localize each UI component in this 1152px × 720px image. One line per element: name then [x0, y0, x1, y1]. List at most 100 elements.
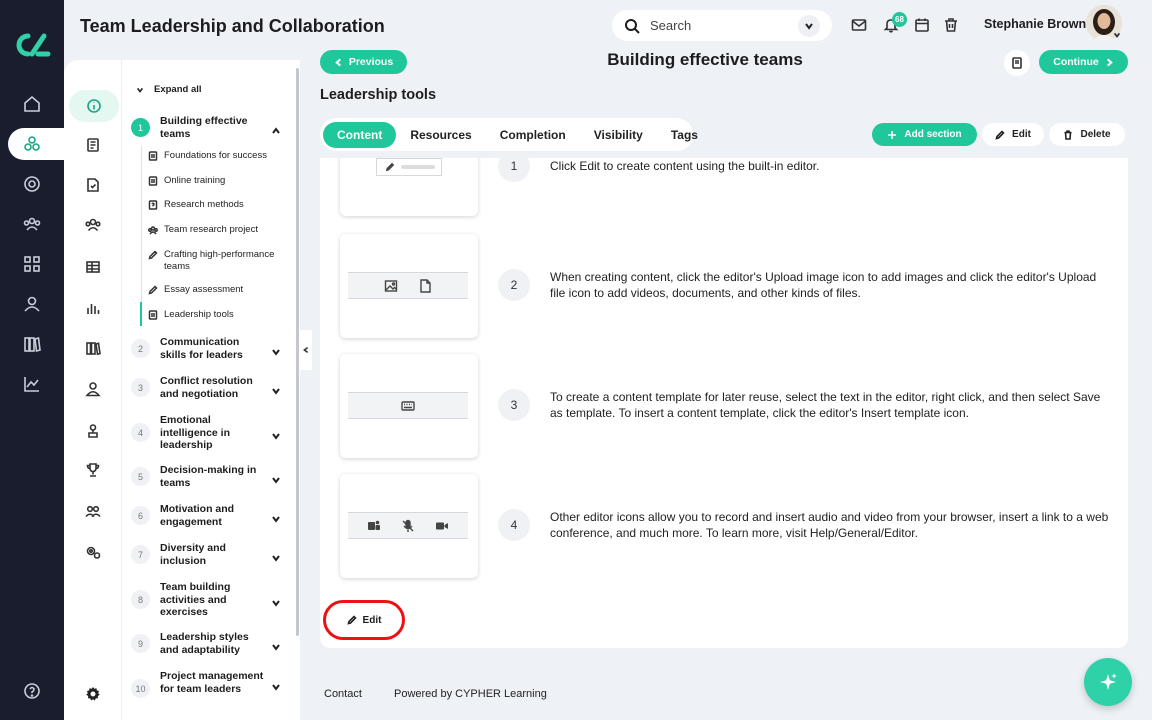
tab-tags[interactable]: Tags: [657, 122, 712, 148]
module-item[interactable]: 1 Building effective teams: [131, 115, 291, 140]
assignment-icon[interactable]: [81, 173, 105, 197]
catalog-icon[interactable]: [20, 252, 44, 276]
delete-button[interactable]: Delete: [1049, 123, 1125, 146]
home-icon[interactable]: [20, 92, 44, 116]
user-icon[interactable]: [20, 292, 44, 316]
course-tools-column: [64, 60, 122, 720]
sidebar-subitem-label: Foundations for success: [164, 150, 267, 161]
gear-icon[interactable]: [81, 682, 105, 706]
pencil-icon: [346, 615, 357, 625]
chevron-down-icon[interactable]: [271, 550, 281, 562]
library-icon[interactable]: [20, 332, 44, 356]
editor-toolbar-snippet: [376, 158, 442, 176]
app-title: Team Leadership and Collaboration: [80, 16, 385, 36]
trash-icon[interactable]: [942, 16, 960, 34]
module-item[interactable]: 6 Motivation and engagement: [131, 503, 291, 528]
groups-icon[interactable]: [20, 212, 44, 236]
person-icon[interactable]: [81, 377, 105, 401]
chevron-down-icon[interactable]: [271, 595, 281, 607]
courses-icon[interactable]: [8, 128, 66, 160]
tab-completion[interactable]: Completion: [486, 122, 580, 148]
module-item[interactable]: 3 Conflict resolution and negotiation: [131, 375, 291, 400]
module-item[interactable]: 10 Project management for team leaders: [131, 670, 291, 698]
bottom-edit-label: Edit: [362, 614, 382, 626]
sidebar-subitem-label: Crafting high-performance teams: [164, 249, 275, 272]
chevron-down-icon[interactable]: [271, 428, 281, 440]
edit-button[interactable]: Edit: [982, 123, 1044, 146]
module-item[interactable]: 5 Decision-making in teams: [131, 464, 291, 489]
step-number: 2: [498, 269, 530, 301]
step-text: When creating content, click the editor'…: [550, 270, 1097, 300]
help-icon[interactable]: [20, 679, 44, 703]
search-scope-dropdown[interactable]: [798, 14, 820, 37]
sidebar-subitem[interactable]: Research methods: [148, 199, 290, 211]
sidebar-scrollbar[interactable]: [296, 68, 299, 636]
info-icon[interactable]: [69, 90, 119, 122]
user-name[interactable]: Stephanie Brown: [984, 17, 1086, 31]
bottom-edit-button[interactable]: Edit: [323, 600, 405, 640]
search-input[interactable]: Search: [650, 18, 798, 33]
calendar-icon[interactable]: [913, 16, 931, 34]
tab-visibility[interactable]: Visibility: [580, 122, 657, 148]
chevron-down-icon[interactable]: [271, 679, 281, 691]
tab-resources[interactable]: Resources: [396, 122, 485, 148]
chevron-down-icon: [136, 87, 144, 93]
books-icon[interactable]: [81, 336, 105, 360]
sparkle-icon: [1100, 673, 1117, 690]
gradebook-icon[interactable]: [81, 133, 105, 157]
analytics-icon[interactable]: [20, 372, 44, 396]
chevron-down-icon[interactable]: [271, 639, 281, 651]
sidebar-subitem-active[interactable]: Leadership tools: [148, 309, 290, 321]
contact-link[interactable]: Contact: [324, 688, 362, 700]
step-number: 3: [498, 389, 530, 421]
trophy-icon[interactable]: [81, 458, 105, 482]
video-camera-icon: [436, 522, 448, 529]
ai-assistant-button[interactable]: [1084, 658, 1132, 706]
expand-all-toggle[interactable]: Expand all: [136, 84, 202, 95]
previous-button[interactable]: Previous: [320, 50, 407, 74]
teams-icon: [368, 520, 380, 530]
chevron-up-icon[interactable]: [271, 123, 281, 134]
editor-toolbar-snippet: [348, 392, 468, 419]
target-icon[interactable]: [20, 172, 44, 196]
sidebar-subitem-label: Team research project: [164, 224, 258, 235]
chevron-left-icon: [335, 58, 341, 66]
chevron-down-icon[interactable]: [271, 511, 281, 523]
module-item[interactable]: 4 Emotional intelligence in leadership: [131, 414, 291, 452]
tab-content[interactable]: Content: [323, 121, 397, 148]
add-section-button[interactable]: Add section: [872, 123, 977, 146]
bar-chart-icon[interactable]: [81, 296, 105, 320]
sidebar-subitem[interactable]: Foundations for success: [148, 150, 290, 162]
module-item[interactable]: 8 Team building activities and exercises: [131, 581, 291, 619]
module-number: 1: [131, 118, 150, 137]
module-title: Building effective teams: [160, 115, 248, 140]
module-title: Communication skills for leaders: [160, 336, 243, 361]
subitem-guide-line: [141, 146, 142, 324]
page-icon: [148, 151, 158, 161]
members-icon[interactable]: [81, 213, 105, 237]
award-person-icon[interactable]: [81, 419, 105, 443]
notebook-button[interactable]: [1004, 50, 1030, 76]
settings-group-icon[interactable]: [81, 540, 105, 564]
app-logo[interactable]: [12, 30, 52, 60]
sidebar-subitem[interactable]: Crafting high-performance teams: [148, 249, 290, 272]
collapse-sidebar-button[interactable]: [300, 330, 312, 370]
chevron-down-icon[interactable]: [271, 344, 281, 356]
chevron-down-icon[interactable]: [271, 383, 281, 395]
continue-button[interactable]: Continue: [1039, 50, 1128, 74]
editor-toolbar-snippet: [348, 272, 468, 299]
table-icon[interactable]: [81, 255, 105, 279]
search-box[interactable]: Search: [612, 10, 832, 41]
sidebar-subitem[interactable]: Essay assessment: [148, 284, 290, 296]
mail-icon[interactable]: [850, 16, 868, 34]
module-item[interactable]: 2 Communication skills for leaders: [131, 336, 291, 361]
sidebar-subitem[interactable]: Online training: [148, 175, 290, 187]
sidebar-subitem[interactable]: Team research project: [148, 224, 290, 236]
chevron-down-icon[interactable]: [1113, 31, 1121, 39]
module-item[interactable]: 9 Leadership styles and adaptability: [131, 631, 291, 656]
team-icon[interactable]: [81, 499, 105, 523]
module-item[interactable]: 7 Diversity and inclusion: [131, 542, 291, 567]
module-title: Team building activities and exercises: [160, 581, 231, 618]
chevron-down-icon[interactable]: [271, 472, 281, 484]
microphone-off-icon: [402, 519, 414, 532]
